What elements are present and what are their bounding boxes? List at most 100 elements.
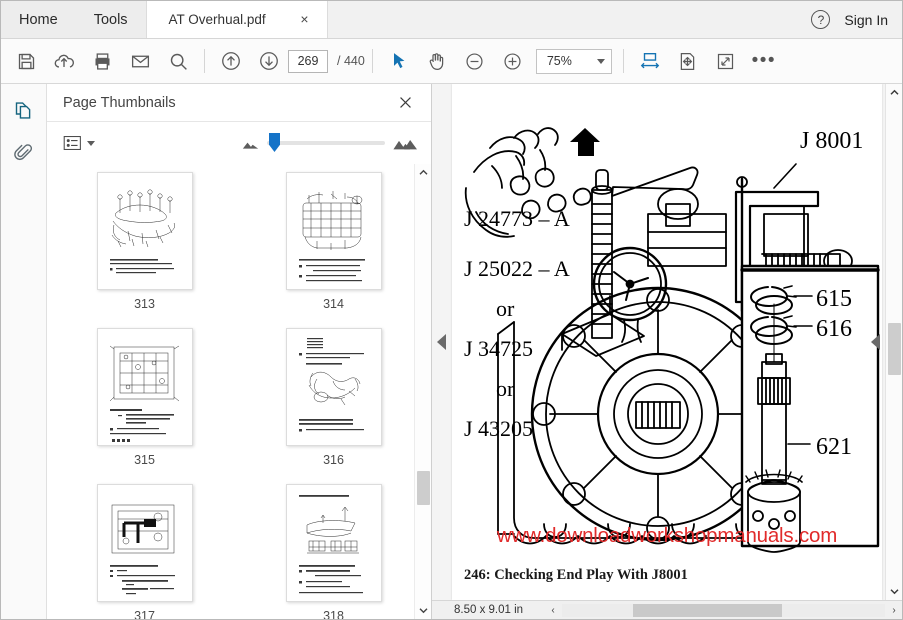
fit-page-icon[interactable] bbox=[669, 42, 707, 80]
zoom-level-select[interactable]: 75% bbox=[535, 48, 612, 74]
label-j8001: J 8001 bbox=[800, 128, 863, 154]
label-616: 616 bbox=[816, 316, 852, 342]
main-body: Page Thumbnails 313 314 315 316 317 318 … bbox=[1, 84, 902, 619]
scrollbar-thumb[interactable] bbox=[417, 471, 430, 505]
thumbnail-image[interactable] bbox=[285, 484, 382, 602]
thumbnail-item[interactable]: 317 bbox=[61, 484, 228, 619]
scroll-up-icon[interactable] bbox=[886, 84, 903, 101]
page-thumbnails-panel: Page Thumbnails 313 314 315 316 317 318 bbox=[47, 84, 432, 619]
page-up-icon[interactable] bbox=[212, 42, 250, 80]
label-615: 615 bbox=[816, 286, 852, 312]
tab-bar: Home Tools AT Overhual.pdf × ? Sign In bbox=[1, 1, 902, 39]
cloud-upload-icon[interactable] bbox=[45, 42, 83, 80]
thumbnail-image[interactable] bbox=[96, 328, 193, 446]
thumbnail-image[interactable] bbox=[285, 328, 382, 446]
page-total-label: / 440 bbox=[337, 54, 365, 68]
tab-bar-filler bbox=[327, 1, 812, 38]
watermark-text: www.downloadworkshopmanuals.com bbox=[496, 524, 838, 547]
document-tab[interactable]: AT Overhual.pdf × bbox=[145, 1, 328, 38]
label-621: 621 bbox=[816, 434, 852, 460]
header-actions: ? Sign In bbox=[811, 1, 902, 38]
scrollbar-track[interactable] bbox=[886, 101, 902, 583]
page-number-input[interactable]: 269 bbox=[288, 49, 328, 73]
thumbnail-page-number: 313 bbox=[134, 297, 155, 311]
close-icon[interactable]: × bbox=[292, 12, 314, 28]
thumbnail-item[interactable]: 313 bbox=[61, 172, 228, 322]
scroll-down-icon[interactable] bbox=[886, 583, 903, 600]
horizontal-scrollbar-thumb[interactable] bbox=[633, 603, 782, 617]
thumbnail-page-number: 315 bbox=[134, 453, 155, 467]
select-tool-icon[interactable] bbox=[380, 42, 418, 80]
thumbnail-item[interactable]: 318 bbox=[250, 484, 417, 619]
scroll-up-icon[interactable] bbox=[415, 164, 432, 181]
menu-tools[interactable]: Tools bbox=[75, 1, 146, 38]
horizontal-scrollbar-track[interactable] bbox=[562, 603, 885, 617]
search-icon[interactable] bbox=[159, 42, 197, 80]
pdf-reader-window: Home Tools AT Overhual.pdf × ? Sign In 2… bbox=[0, 0, 903, 620]
toolbar-divider bbox=[204, 49, 205, 73]
thumbnail-page-number: 316 bbox=[323, 453, 344, 467]
toolbar: 269 / 440 75% ••• bbox=[1, 39, 902, 84]
thumbnail-item[interactable]: 314 bbox=[250, 172, 417, 322]
thumbnail-size-slider[interactable] bbox=[267, 133, 385, 152]
thumbnail-page-number: 317 bbox=[134, 609, 155, 619]
thumbnail-image[interactable] bbox=[96, 484, 193, 602]
zoom-in-icon[interactable] bbox=[494, 42, 532, 80]
previous-page-arrow[interactable] bbox=[434, 331, 448, 353]
thumbnails-panel-title: Page Thumbnails bbox=[63, 94, 176, 111]
thumbnail-item[interactable]: 316 bbox=[250, 328, 417, 478]
pdf-page[interactable]: J 8001 J 24773 – A J 25022 – A or J 3472… bbox=[452, 84, 882, 600]
label-or-2: or bbox=[496, 376, 515, 401]
save-icon[interactable] bbox=[7, 42, 45, 80]
thumbnail-page-number: 318 bbox=[323, 609, 344, 619]
help-icon[interactable]: ? bbox=[811, 10, 831, 29]
email-icon[interactable] bbox=[121, 42, 159, 80]
scrollbar-track[interactable] bbox=[415, 181, 431, 602]
hand-tool-icon[interactable] bbox=[418, 42, 456, 80]
rail-item-attachments[interactable] bbox=[7, 134, 41, 170]
menu-home[interactable]: Home bbox=[1, 1, 76, 38]
scroll-left-icon[interactable]: ‹ bbox=[545, 602, 561, 619]
toolbar-divider-2 bbox=[371, 49, 373, 73]
thumbnails-list[interactable]: 313 314 315 316 317 318 bbox=[47, 164, 431, 619]
panel-close-icon[interactable] bbox=[393, 91, 417, 115]
label-j43205: J 43205 bbox=[464, 416, 533, 441]
thumbnails-panel-header: Page Thumbnails bbox=[47, 84, 431, 122]
thumbnails-grid: 313 314 315 316 317 318 bbox=[61, 172, 417, 619]
thumbnails-panel-toolbar bbox=[47, 122, 431, 164]
document-tab-label: AT Overhual.pdf bbox=[168, 12, 266, 27]
sign-in-button[interactable]: Sign In bbox=[844, 12, 888, 28]
page-down-icon[interactable] bbox=[250, 42, 288, 80]
label-j25022: J 25022 – A bbox=[464, 256, 570, 281]
thumbnails-scrollbar[interactable] bbox=[414, 164, 431, 619]
thumbnail-page-number: 314 bbox=[323, 297, 344, 311]
thumbnail-size-large-icon[interactable] bbox=[393, 135, 417, 151]
figure-caption: 246: Checking End Play With J8001 bbox=[464, 567, 688, 583]
thumbnail-size-small-icon[interactable] bbox=[242, 137, 259, 150]
scrollbar-thumb[interactable] bbox=[888, 323, 901, 375]
label-or-1: or bbox=[496, 296, 515, 321]
viewer-scrollbar[interactable] bbox=[885, 84, 902, 600]
zoom-out-icon[interactable] bbox=[456, 42, 494, 80]
fit-width-icon[interactable] bbox=[631, 42, 669, 80]
side-rail bbox=[1, 84, 47, 619]
thumbnail-options-button[interactable] bbox=[63, 134, 95, 152]
status-bar: 8.50 x 9.01 in ‹ › bbox=[432, 600, 902, 619]
chevron-down-icon[interactable] bbox=[596, 58, 605, 64]
print-icon[interactable] bbox=[83, 42, 121, 80]
scroll-down-icon[interactable] bbox=[415, 602, 432, 619]
label-j24773: J 24773 – A bbox=[464, 206, 570, 231]
thumbnail-image[interactable] bbox=[285, 172, 382, 290]
fullscreen-icon[interactable] bbox=[707, 42, 745, 80]
slider-handle[interactable] bbox=[269, 133, 280, 152]
scroll-right-icon[interactable]: › bbox=[886, 602, 902, 619]
rail-item-page-thumbnails[interactable] bbox=[7, 92, 41, 128]
toolbar-divider-3 bbox=[622, 49, 624, 73]
thumbnail-image[interactable] bbox=[96, 172, 193, 290]
more-options-button[interactable]: ••• bbox=[745, 42, 783, 80]
next-page-arrow[interactable] bbox=[868, 331, 882, 353]
thumbnail-item[interactable]: 315 bbox=[61, 328, 228, 478]
document-page-area[interactable]: J 8001 J 24773 – A J 25022 – A or J 3472… bbox=[432, 84, 902, 600]
chevron-down-icon[interactable] bbox=[87, 140, 95, 146]
page-size-label: 8.50 x 9.01 in bbox=[454, 604, 524, 616]
